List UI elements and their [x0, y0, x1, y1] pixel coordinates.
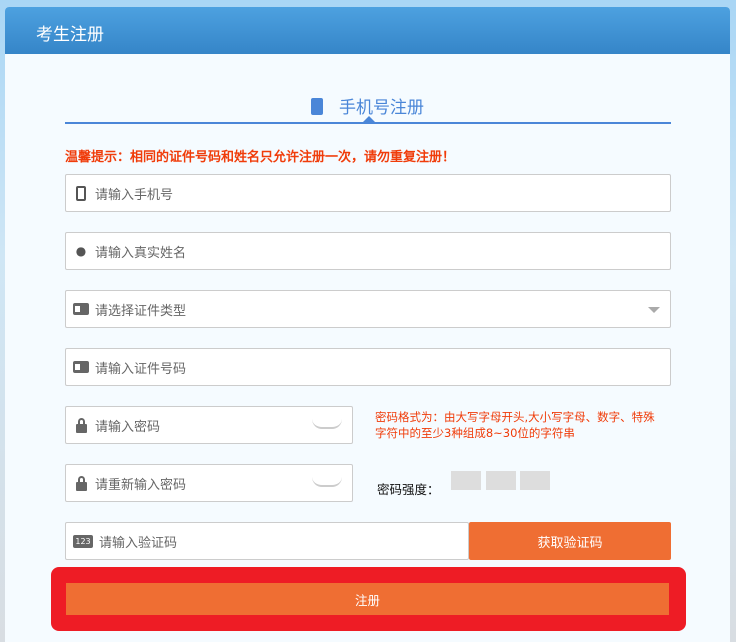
strength-bar-2	[486, 471, 516, 490]
captcha-placeholder: 请输入验证码	[99, 535, 178, 551]
mobile-phone-icon	[311, 98, 323, 115]
tab-underline	[65, 122, 671, 124]
captcha-input[interactable]: 123 请输入验证码	[65, 522, 469, 560]
tab-label: 手机号注册	[339, 98, 424, 118]
strength-label: 密码强度：	[377, 482, 440, 497]
lock-icon	[73, 417, 89, 433]
chevron-down-icon	[648, 307, 660, 313]
id-type-placeholder: 请选择证件类型	[95, 303, 187, 319]
password-input[interactable]: 请输入密码	[65, 406, 353, 444]
id-card-icon	[73, 301, 89, 317]
strength-bar-1	[451, 471, 481, 490]
register-button[interactable]: 注册	[66, 583, 669, 615]
number-123-icon: 123	[73, 534, 93, 548]
phone-placeholder: 请输入手机号	[95, 187, 174, 203]
tab-indicator	[363, 116, 375, 122]
tab-phone-register[interactable]: 手机号注册	[5, 93, 730, 118]
name-placeholder: 请输入真实姓名	[95, 245, 187, 261]
mobile-phone-icon	[73, 185, 89, 201]
warning-text: 温馨提示：相同的证件号码和姓名只允许注册一次，请勿重复注册！	[65, 150, 456, 165]
id-number-placeholder: 请输入证件号码	[95, 361, 187, 377]
register-panel: 考生注册 手机号注册 温馨提示：相同的证件号码和姓名只允许注册一次，请勿重复注册…	[5, 7, 730, 642]
id-type-select[interactable]: 请选择证件类型	[65, 290, 671, 328]
id-number-input[interactable]: 请输入证件号码	[65, 348, 671, 386]
password-hint: 密码格式为：由大写字母开头,大小写字母、数字、特殊字符中的至少3种组成8~30位…	[375, 410, 655, 440]
repassword-placeholder: 请重新输入密码	[95, 477, 187, 493]
eye-closed-icon[interactable]	[312, 419, 342, 429]
id-card-icon	[73, 359, 89, 375]
phone-input[interactable]: 请输入手机号	[65, 174, 671, 212]
strength-bar-3	[520, 471, 550, 490]
lock-icon	[73, 475, 89, 491]
panel-header: 考生注册	[5, 7, 730, 54]
password-placeholder: 请输入密码	[95, 419, 161, 435]
name-input[interactable]: ● 请输入真实姓名	[65, 232, 671, 270]
user-icon: ●	[75, 244, 87, 258]
panel-title: 考生注册	[36, 25, 104, 45]
get-code-button[interactable]: 获取验证码	[469, 522, 671, 560]
eye-closed-icon[interactable]	[312, 477, 342, 487]
repassword-input[interactable]: 请重新输入密码	[65, 464, 353, 502]
